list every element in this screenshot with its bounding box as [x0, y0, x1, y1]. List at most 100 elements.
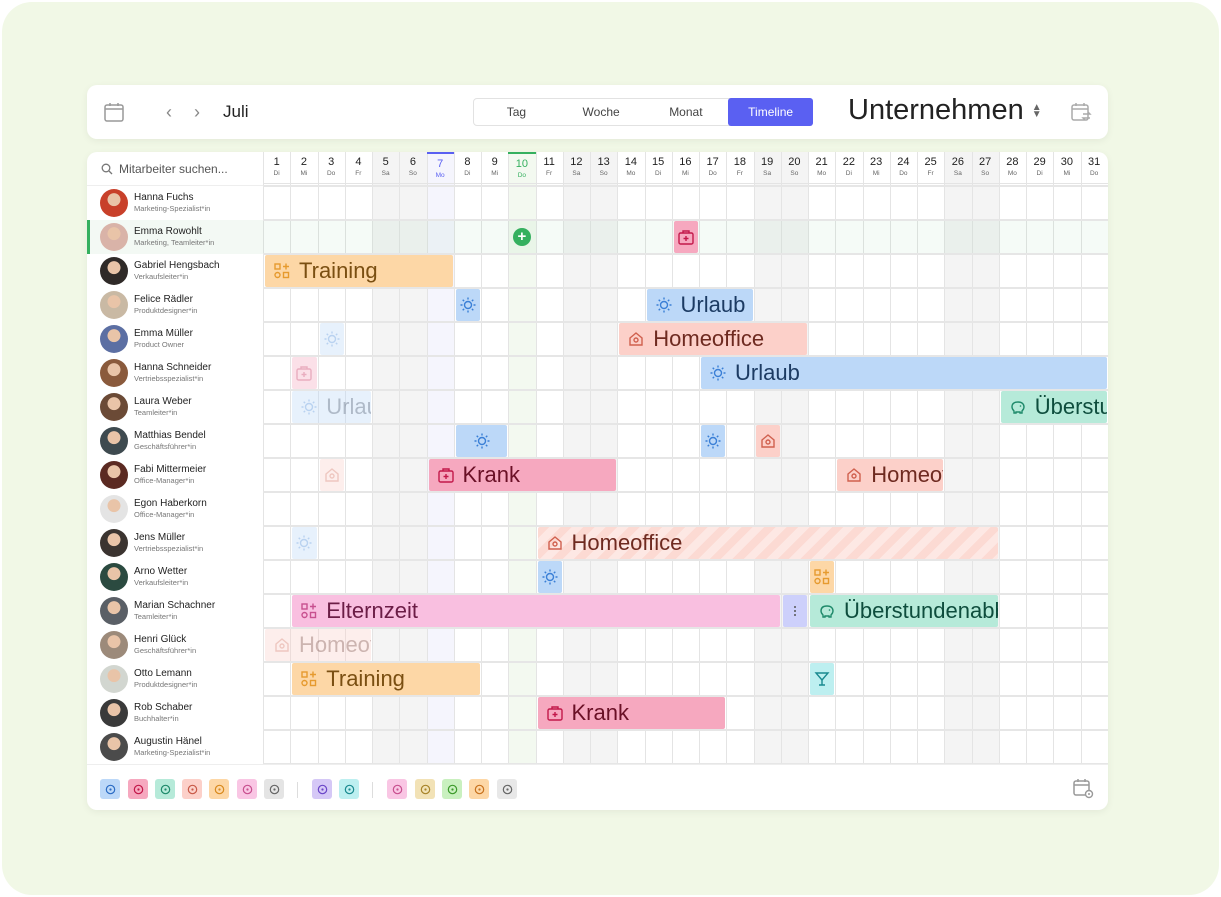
absence-bar-urlaub[interactable]: Urlaub	[701, 357, 1107, 389]
absence-bar-krank[interactable]: Krank	[428, 459, 617, 491]
legend-star-button[interactable]	[312, 779, 332, 799]
add-absence-button[interactable]: +	[512, 228, 531, 246]
day-header[interactable]: 28 Mo	[998, 152, 1026, 184]
day-header[interactable]: 18 Fr	[726, 152, 754, 184]
prev-month-icon[interactable]: ‹	[159, 102, 179, 122]
day-header[interactable]: 22 Di	[835, 152, 863, 184]
employee-row[interactable]: Arno Wetter Verkaufsleiter*in	[87, 560, 263, 594]
absence-bar-ueber[interactable]: Überstundenabbau	[1000, 391, 1107, 423]
absence-bar-krank[interactable]	[673, 221, 698, 253]
tab-monat[interactable]: Monat	[644, 99, 729, 125]
day-header[interactable]: 23 Mi	[862, 152, 890, 184]
absence-bar-urlaub[interactable]	[455, 289, 480, 321]
day-header[interactable]: 25 Fr	[917, 152, 945, 184]
day-header[interactable]: 29 Di	[1026, 152, 1054, 184]
legend-medal-button[interactable]	[415, 779, 435, 799]
day-header[interactable]: 6 So	[399, 152, 427, 184]
tab-tag[interactable]: Tag	[474, 99, 559, 125]
absence-bar-home[interactable]: Homeoffice	[537, 527, 998, 559]
absence-bar-urlaub[interactable]	[701, 425, 726, 457]
absence-bar-krank[interactable]: Krank	[537, 697, 726, 729]
day-header[interactable]: 27 So	[971, 152, 999, 184]
absence-bar-urlaub[interactable]	[455, 425, 508, 457]
legend-clipboard-button[interactable]	[469, 779, 489, 799]
absence-bar-home[interactable]	[755, 425, 780, 457]
day-header[interactable]: 11 Fr	[535, 152, 563, 184]
tab-timeline[interactable]: Timeline	[728, 98, 813, 126]
employee-row[interactable]: Felice Rädler Produktdesigner*in	[87, 288, 263, 322]
legend-cake-button[interactable]	[387, 779, 407, 799]
absence-bar-training[interactable]: Training	[292, 663, 480, 695]
employee-row[interactable]: Otto Lemann Produktdesigner*in	[87, 662, 263, 696]
employee-row[interactable]: Matthias Bendel Geschäftsführer*in	[87, 424, 263, 458]
day-header[interactable]: 13 So	[590, 152, 618, 184]
legend-layers-button[interactable]	[155, 779, 175, 799]
calendar-settings-icon[interactable]	[1072, 777, 1094, 799]
day-header[interactable]: 30 Mi	[1053, 152, 1081, 184]
employee-row[interactable]: Hanna Schneider Vertriebsspezialist*in	[87, 356, 263, 390]
absence-bar-home[interactable]: Homeoffice	[837, 459, 944, 491]
day-header[interactable]: 1 Di	[263, 152, 291, 184]
day-header[interactable]: 5 Sa	[372, 152, 400, 184]
day-header[interactable]: 31 Do	[1080, 152, 1108, 184]
absence-bar-home[interactable]	[319, 459, 344, 491]
absence-bar-training[interactable]: Training	[265, 255, 453, 287]
day-header[interactable]: 16 Mi	[671, 152, 699, 184]
day-header[interactable]: 10 Do	[508, 152, 536, 184]
employee-row[interactable]: Egon Haberkorn Office-Manager*in	[87, 492, 263, 526]
day-header[interactable]: 19 Sa	[753, 152, 781, 184]
day-header[interactable]: 9 Mi	[481, 152, 509, 184]
absence-bar-home[interactable]: Homeoffice	[619, 323, 807, 355]
employee-row[interactable]: Fabi Mittermeier Office-Manager*in	[87, 458, 263, 492]
next-month-icon[interactable]: ›	[187, 102, 207, 122]
day-header[interactable]: 21 Mo	[808, 152, 836, 184]
absence-bar-urlaub[interactable]	[537, 561, 562, 593]
absence-bar-training[interactable]	[810, 561, 835, 593]
legend-exit-button[interactable]	[497, 779, 517, 799]
legend-calendar-clock-button[interactable]	[264, 779, 284, 799]
absence-bar-cocktail[interactable]	[810, 663, 835, 695]
employee-row[interactable]: Rob Schaber Buchhalter*in	[87, 696, 263, 730]
day-header[interactable]: 24 Do	[889, 152, 917, 184]
employee-row[interactable]: Hanna Fuchs Marketing-Spezialist*in	[87, 186, 263, 220]
absence-bar-krank[interactable]	[292, 357, 317, 389]
employee-row[interactable]: Henri Glück Geschäftsführer*in	[87, 628, 263, 662]
calendar-sync-icon[interactable]	[1070, 101, 1092, 123]
day-header[interactable]: 3 Do	[317, 152, 345, 184]
day-header[interactable]: 2 Mi	[290, 152, 318, 184]
legend-home-button[interactable]	[182, 779, 202, 799]
employee-row[interactable]: Emma Müller Product Owner	[87, 322, 263, 356]
absence-bar-urlaub[interactable]: Urlaub	[292, 391, 371, 423]
legend-clock-button[interactable]	[209, 779, 229, 799]
absence-bar-home[interactable]: Homeoffice	[265, 629, 371, 661]
day-header[interactable]: 4 Fr	[344, 152, 372, 184]
day-header[interactable]: 7 Mo	[426, 152, 454, 184]
absence-bar-urlaub[interactable]	[319, 323, 344, 355]
employee-row[interactable]: Marian Schachner Teamleiter*in	[87, 594, 263, 628]
day-header[interactable]: 15 Di	[644, 152, 672, 184]
absence-bar-eltern[interactable]: Elternzeit	[292, 595, 780, 627]
legend-clock-refresh-button[interactable]	[237, 779, 257, 799]
absence-bar-urlaub[interactable]	[292, 527, 317, 559]
company-selector[interactable]: Unternehmen ▲ ▼	[848, 94, 1042, 127]
absence-bar-urlaub[interactable]: Urlaub	[646, 289, 753, 321]
day-header[interactable]: 14 Mo	[617, 152, 645, 184]
employee-row[interactable]: Augustin Hänel Marketing-Spezialist*in	[87, 730, 263, 764]
day-header[interactable]: 26 Sa	[944, 152, 972, 184]
day-header[interactable]: 12 Sa	[562, 152, 590, 184]
employee-row[interactable]: Jens Müller Vertriebsspezialist*in	[87, 526, 263, 560]
day-header[interactable]: 17 Do	[699, 152, 727, 184]
legend-cocktail-button[interactable]	[339, 779, 359, 799]
day-header[interactable]: 20 So	[780, 152, 808, 184]
employee-row[interactable]: Emma Rowohlt Marketing, Teamleiter*in	[87, 220, 263, 254]
employee-search[interactable]: Mitarbeiter suchen...	[87, 152, 263, 186]
legend-medical-cross-button[interactable]	[128, 779, 148, 799]
legend-palm-tree-button[interactable]	[100, 779, 120, 799]
legend-bug-button[interactable]	[442, 779, 462, 799]
day-header[interactable]: 8 Di	[453, 152, 481, 184]
absence-bar-ueber[interactable]: Überstundenabbau	[810, 595, 998, 627]
tab-woche[interactable]: Woche	[559, 99, 644, 125]
employee-row[interactable]: Laura Weber Teamleiter*in	[87, 390, 263, 424]
employee-row[interactable]: Gabriel Hengsbach Verkaufsleiter*in	[87, 254, 263, 288]
calendar-icon[interactable]	[103, 101, 125, 123]
